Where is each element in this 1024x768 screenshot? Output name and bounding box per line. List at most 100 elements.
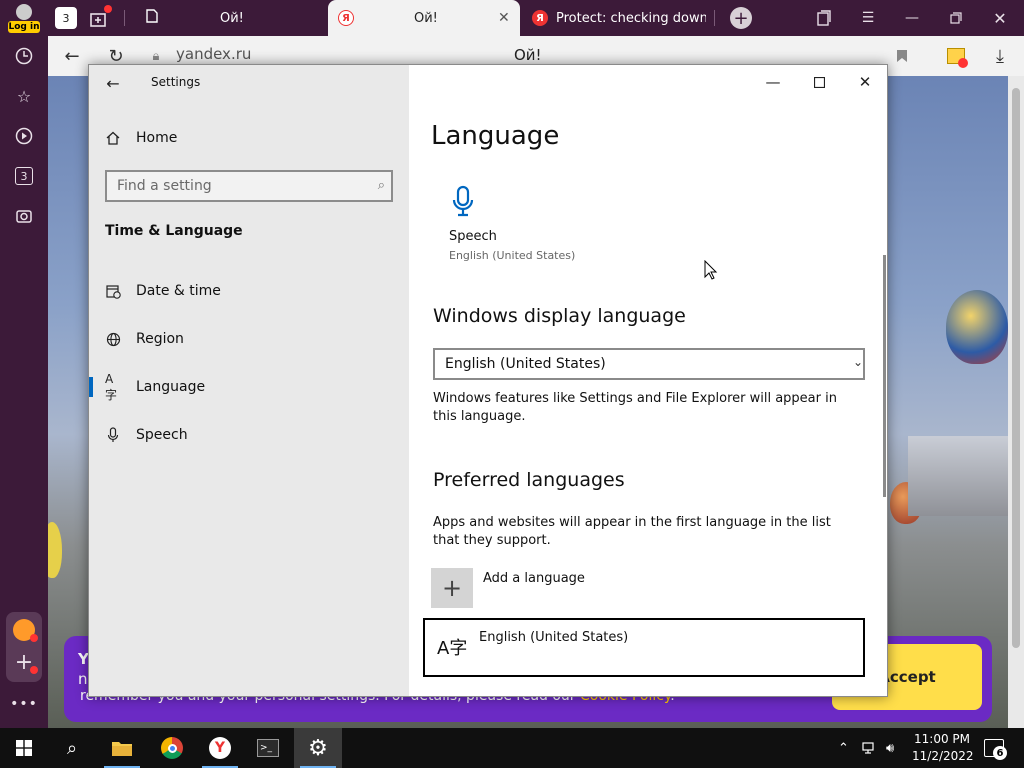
category-title: Time & Language [105,223,243,239]
hot-air-balloon-image [48,522,62,578]
download-icon[interactable]: ⤓ [988,44,1012,68]
speech-microphone-icon[interactable] [451,185,475,219]
page-scrollbar-thumb[interactable] [1012,88,1020,648]
find-setting-search-box[interactable]: Find a setting ⌕ [105,170,393,202]
language-list-item[interactable]: A字 English (United States) [423,618,865,677]
collections-icon[interactable] [812,7,836,29]
display-language-description: Windows features like Settings and File … [433,391,837,424]
chevron-down-icon: ⌄ [852,355,863,369]
preferred-languages-heading: Preferred languages [433,469,625,491]
tab-1-title: Ой! [220,10,244,26]
close-window-icon[interactable]: ✕ [988,7,1012,29]
bookmarks-star-icon[interactable]: ☆ [12,84,36,108]
mountains-image [908,436,1008,516]
history-icon[interactable] [12,44,36,68]
tab-separator [714,10,715,26]
back-arrow-icon[interactable]: ← [60,44,84,68]
yandex-favicon-icon: Я [338,10,354,26]
add-app-icon[interactable]: + [12,650,38,675]
nav-item-date-time[interactable]: Date & time [89,271,409,311]
url-text[interactable]: yandex.ru [176,45,251,63]
screenshot-icon[interactable] [12,204,36,228]
browser-sidebar: ☆ 3 + ••• [0,36,48,728]
new-tab-button[interactable]: + [729,7,753,29]
language-icon: A字 [437,638,468,659]
dropdown-value: English (United States) [445,356,606,372]
clock-date: 11/2/2022 [912,749,974,763]
mail-app-icon[interactable] [12,618,38,642]
calendar-clock-icon [105,283,121,299]
cookie-text-fragment: n [78,670,88,688]
menu-icon[interactable]: ☰ [856,7,880,29]
show-hidden-icons-chevron-icon[interactable]: ⌃ [838,728,849,768]
login-label: Log in [8,21,40,33]
nav-item-region[interactable]: Region [89,319,409,359]
back-arrow-icon[interactable]: ← [103,73,123,93]
settings-gear-icon[interactable]: ⚙ [294,728,342,768]
add-language-label[interactable]: Add a language [483,571,585,586]
profile-button[interactable]: Log in [6,2,42,34]
tab-2-title: Ой! [414,10,438,26]
maximize-icon[interactable] [805,71,833,93]
settings-nav-pane: ← Settings Home Find a setting ⌕ Time & … [89,65,409,696]
home-icon [105,130,121,146]
search-icon[interactable]: ⌕ [378,178,385,193]
browser-tab-strip: Log in 3 Ой! Я Ой! ✕ Я Protect: checking… [0,0,1024,36]
preferred-languages-description: Apps and websites will appear in the fir… [433,515,831,548]
bookmark-icon[interactable] [890,44,914,68]
tab-1[interactable]: Ой! [132,0,322,36]
more-icon[interactable]: ••• [10,692,37,716]
volume-icon[interactable]: 🔊︎ [886,728,894,768]
yandex-favicon-icon: Я [532,10,548,26]
yandex-browser-icon[interactable]: Y [196,728,244,768]
nav-item-label: Date & time [136,283,221,299]
selection-indicator [89,377,93,397]
extensions-icon[interactable] [944,44,968,68]
mouse-cursor-icon [704,259,718,284]
file-explorer-icon[interactable] [98,728,146,768]
notification-center-button[interactable]: 6 [984,728,1007,768]
chat-bubble-icon: 6 [984,739,1007,760]
add-language-button[interactable]: + [431,568,473,608]
language-name: English (United States) [479,630,629,645]
tabs-counter-icon[interactable]: 3 [12,164,36,188]
nav-item-language-selected[interactable]: A字 Language [89,367,409,407]
play-icon[interactable] [12,124,36,148]
nav-home-label: Home [136,130,178,146]
minimize-icon[interactable]: — [900,7,924,29]
notification-count-badge: 6 [993,746,1007,760]
new-tab-group-icon[interactable] [88,5,112,29]
display-language-dropdown[interactable]: English (United States) ⌄ [433,348,865,380]
minimize-icon[interactable]: — [759,71,787,93]
nav-home[interactable]: Home [89,118,409,158]
tab-2-active[interactable]: Я Ой! ✕ [328,0,520,36]
page-scrollbar[interactable] [1008,76,1024,728]
terminal-icon[interactable]: >_ [244,728,292,768]
search-placeholder: Find a setting [117,178,212,194]
display-language-heading: Windows display language [433,305,686,327]
windows-start-icon[interactable] [0,728,48,768]
plus-icon: + [441,574,463,602]
chrome-icon[interactable] [148,728,196,768]
network-icon[interactable] [862,728,878,768]
page-title: Ой! [514,46,542,64]
tab-3[interactable]: Я Protect: checking downlo [524,0,710,36]
notification-dot [104,5,112,13]
window-title: Settings [151,75,201,89]
tab-counter-button[interactable]: 3 [54,7,78,29]
close-tab-icon[interactable]: ✕ [498,10,510,26]
search-icon[interactable]: ⌕ [48,728,96,768]
restore-icon[interactable] [944,7,968,29]
nav-item-label: Language [136,379,206,395]
tab-3-title: Protect: checking downlo [556,10,706,26]
settings-scrollbar[interactable] [883,255,886,497]
close-icon[interactable]: ✕ [851,71,879,93]
speech-tile-title[interactable]: Speech [449,229,497,244]
settings-content-pane: — ✕ Language Speech English (United Stat… [409,65,887,696]
plus-icon: + [730,7,752,29]
nav-item-speech[interactable]: Speech [89,415,409,455]
settings-window: ← Settings Home Find a setting ⌕ Time & … [88,64,888,697]
system-clock[interactable]: 11:00 PM 11/2/2022 [912,731,974,765]
globe-icon [105,331,121,347]
taskbar: ⌕ Y >_ ⚙ ⌃ 🔊︎ 11:00 PM 11/2/2022 6 [0,728,1024,768]
